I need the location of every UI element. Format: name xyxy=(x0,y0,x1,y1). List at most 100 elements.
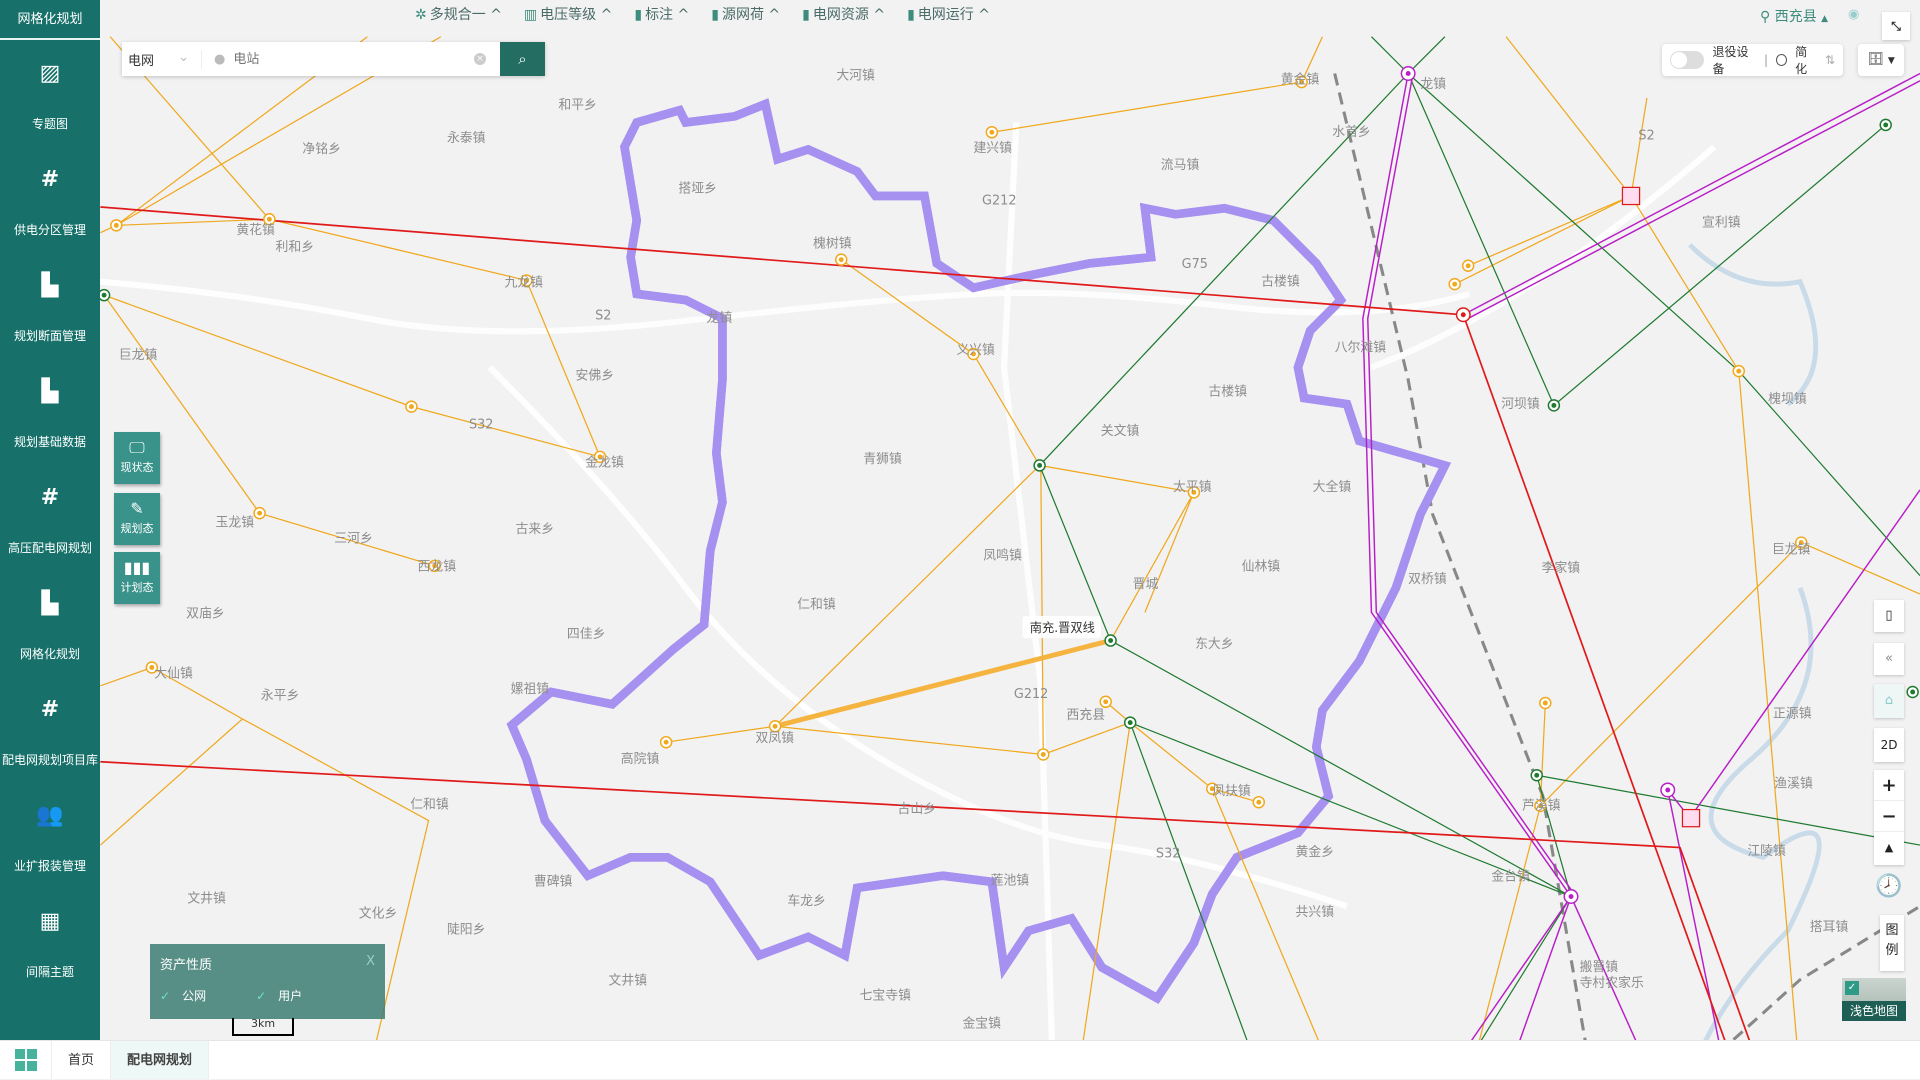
substation-node[interactable] xyxy=(985,126,999,139)
view-mode-button[interactable]: 2D xyxy=(1874,728,1904,762)
sidebar-item-label: 规划断面管理 xyxy=(13,329,86,343)
simplify-radio[interactable] xyxy=(1776,54,1788,66)
eye-icon[interactable]: ◉ xyxy=(1848,7,1859,22)
retired-equipment-toggle[interactable] xyxy=(1670,51,1705,69)
users-icon: 👥 xyxy=(36,803,64,828)
sidebar-item[interactable]: # 配电网规划项目库 xyxy=(0,676,100,782)
search-input[interactable] xyxy=(233,51,474,67)
monitor-icon: 🖵 xyxy=(129,438,145,457)
zoom-in-button[interactable]: + xyxy=(1874,770,1904,801)
road-icon: ▙ xyxy=(41,273,59,298)
substation-node[interactable] xyxy=(97,288,111,302)
sidebar-item[interactable]: # 供电分区管理 xyxy=(0,146,100,252)
substation-node[interactable] xyxy=(1104,634,1117,647)
toolbox-button[interactable]: 🗄 ▼ xyxy=(1858,44,1904,76)
sidebar-item[interactable]: ▙ 规划断面管理 xyxy=(0,252,100,358)
layer-menu[interactable]: ▮ 电网资源 ^ xyxy=(802,4,885,24)
planning-state-button[interactable]: ✎ 规划态 xyxy=(114,493,160,545)
substation-node[interactable] xyxy=(1461,259,1475,273)
sort-icon[interactable]: ⇅ xyxy=(1825,53,1835,67)
layer-menu[interactable]: ▮ 电网运行 ^ xyxy=(907,4,990,24)
converter-station-icon[interactable] xyxy=(1621,186,1641,206)
map-canvas[interactable]: 大河镇和平乡永泰镇净铭乡搭垭乡槐树镇 建兴镇流马镇 G212 黄花镇利和乡九龙镇 S2 龙… xyxy=(0,0,1920,1079)
sidebar-item[interactable]: 👥 业扩报装管理 xyxy=(0,782,100,888)
caret-up-icon: ▲ xyxy=(1821,14,1829,24)
substation-node[interactable] xyxy=(659,735,673,749)
sidebar-item[interactable]: # 高压配电网规划 xyxy=(0,464,100,570)
sidebar-item[interactable]: ▦ 间隔主题 xyxy=(0,888,100,994)
substation-node[interactable] xyxy=(1563,889,1579,904)
collapse-button[interactable]: « xyxy=(1874,643,1904,675)
layer-menu[interactable]: ▮ 源网荷 ^ xyxy=(711,4,780,24)
sidebar-item[interactable]: ▙ 规划基础数据 xyxy=(0,358,100,464)
sidebar-item-label: 规划基础数据 xyxy=(13,435,86,449)
tab-home[interactable]: 首页 xyxy=(52,1041,112,1079)
substation-node[interactable] xyxy=(1906,685,1919,699)
substation-node[interactable] xyxy=(834,253,848,266)
sidebar-item[interactable]: ▙ 网格化规划 xyxy=(0,570,100,676)
layer-menu[interactable]: ✲ 多规合一 ^ xyxy=(415,4,502,24)
phone-view-button[interactable]: ▯ xyxy=(1874,600,1904,632)
chevron-up-icon: ^ xyxy=(490,7,502,23)
layer-menu[interactable]: ▥ 电压等级 ^ xyxy=(524,4,612,24)
location-selector[interactable]: ⚲ 西充县 ▲ xyxy=(1760,6,1828,26)
retired-equipment-label: 退役设备 xyxy=(1712,45,1749,76)
apps-grid-icon[interactable] xyxy=(0,1041,52,1079)
place-label: S32 xyxy=(1156,846,1180,861)
substation-node[interactable] xyxy=(1879,118,1892,132)
substation-node[interactable] xyxy=(405,400,418,413)
tab-distribution-planning[interactable]: 配电网规划 xyxy=(111,1041,210,1079)
substation-node[interactable] xyxy=(1660,782,1676,798)
substation-node[interactable] xyxy=(253,506,266,520)
clear-icon[interactable]: × xyxy=(474,53,486,65)
layer-menu[interactable]: ▮ 标注 ^ xyxy=(634,4,689,24)
substation-node[interactable] xyxy=(1123,716,1137,729)
substation-node[interactable] xyxy=(1547,399,1561,412)
place-label: 搭垭乡 xyxy=(678,180,717,196)
plan-state-button[interactable]: ▮▮▮ 计划态 xyxy=(114,552,160,604)
sidebar-item[interactable]: ▨ 专题图 xyxy=(0,40,100,146)
chevron-down-icon: ⌄ xyxy=(178,49,189,65)
clock-icon[interactable]: 🕗 xyxy=(1874,872,1904,904)
substation-node[interactable] xyxy=(110,219,123,232)
place-label: 建兴镇 xyxy=(973,141,1012,156)
substation-node[interactable] xyxy=(1033,459,1046,472)
converter-station-icon[interactable] xyxy=(1681,808,1701,828)
place-label: 曹碑镇 xyxy=(534,873,573,889)
user-checkbox[interactable]: ✓ 用户 xyxy=(256,987,302,1004)
search-button[interactable]: ⌕ xyxy=(500,42,545,76)
exit-fullscreen-button[interactable]: ⤡ xyxy=(1882,12,1910,40)
sidebar-title: 网格化规划 xyxy=(0,0,100,40)
substation-node[interactable] xyxy=(1252,795,1266,809)
building-icon: ⌂ xyxy=(1884,693,1894,708)
substation-node[interactable] xyxy=(1448,277,1461,291)
substation-node[interactable] xyxy=(1099,695,1112,709)
substation-node[interactable] xyxy=(768,720,782,733)
public-grid-checkbox[interactable]: ✓ 公网 xyxy=(160,987,206,1004)
place-label: 三河乡 xyxy=(334,532,373,547)
place-label: S2 xyxy=(595,309,611,324)
layer-toolbar: ✲ 多规合一 ^ ▥ 电压等级 ^ ▮ 标注 ^ ▮ 源网荷 ^ ▮ 电网资源 ^ ▮ 电网运行 ^ xyxy=(415,4,990,24)
layers-button[interactable]: ⌂ xyxy=(1874,684,1904,718)
legend-button[interactable]: 图例 xyxy=(1880,915,1904,971)
place-label: 永平乡 xyxy=(261,688,300,703)
place-label: 仁和镇 xyxy=(797,598,836,613)
selected-line-nanchong-jinshuang[interactable] xyxy=(774,638,1112,729)
substation-node[interactable] xyxy=(1400,66,1416,81)
close-button[interactable]: X xyxy=(366,954,375,973)
substation-node[interactable] xyxy=(1732,364,1746,378)
current-state-button[interactable]: 🖵 现状态 xyxy=(114,432,160,484)
substation-node[interactable] xyxy=(1530,769,1543,782)
sidebar-item-label: 配电网规划项目库 xyxy=(1,753,98,767)
substation-node[interactable] xyxy=(1455,307,1471,323)
category-select[interactable]: 电网 ⌄ xyxy=(122,49,202,69)
zoom-out-button[interactable]: − xyxy=(1874,801,1904,832)
substation-node[interactable] xyxy=(1539,696,1552,710)
basemap-switcher[interactable]: ✓ 浅色地图 xyxy=(1842,978,1906,1021)
compass-button[interactable]: ▲ xyxy=(1874,832,1904,863)
place-label: 古山乡 xyxy=(898,802,937,817)
substation-node[interactable] xyxy=(1037,748,1050,761)
place-label: 巨龙镇 xyxy=(1772,543,1811,558)
place-label: 芦溪镇 xyxy=(1522,799,1561,814)
simplify-label: 简化 xyxy=(1795,45,1808,76)
